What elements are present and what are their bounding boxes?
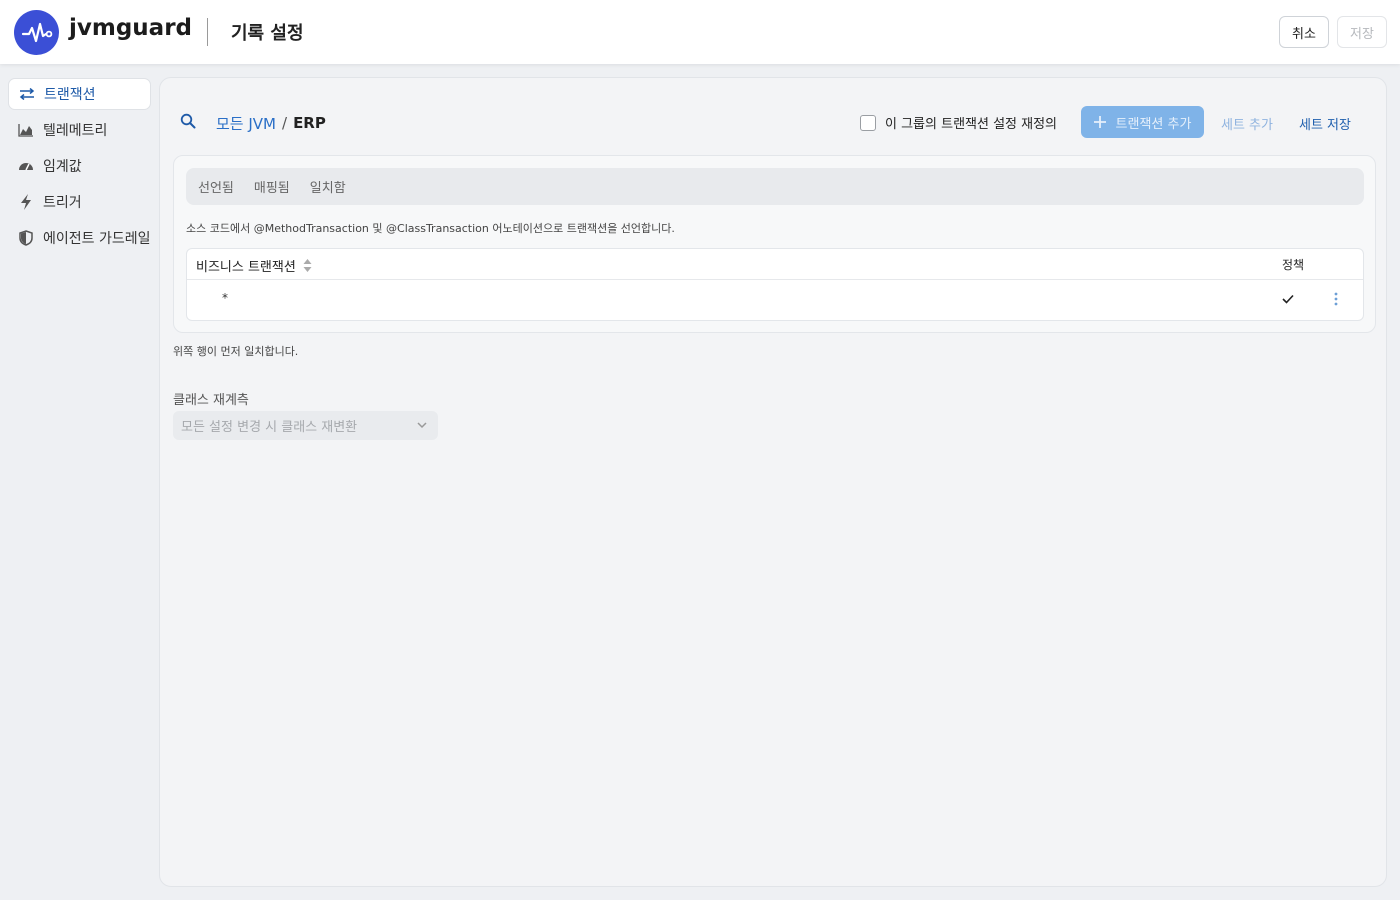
table-header: 비즈니스 트랜잭션 정책: [187, 249, 1363, 280]
sidebar-item-triggers[interactable]: 트리거: [8, 186, 151, 218]
breadcrumb-current: ERP: [293, 114, 326, 132]
save-set-button[interactable]: 세트 저장: [1299, 114, 1351, 133]
sidebar-item-label: 에이전트 가드레일: [43, 231, 151, 247]
breadcrumb: 모든 JVM / ERP: [180, 112, 326, 134]
tab-mapped[interactable]: 매핑됨: [254, 177, 290, 196]
lightning-icon: [18, 194, 34, 210]
transactions-table: 비즈니스 트랜잭션 정책 *: [186, 248, 1364, 321]
override-toggle[interactable]: 이 그룹의 트랜잭션 설정 재정의: [860, 113, 1057, 132]
tab-declared[interactable]: 선언됨: [198, 177, 234, 196]
add-set-button[interactable]: 세트 추가: [1221, 114, 1273, 133]
column-label: 비즈니스 트랜잭션: [196, 260, 296, 275]
sidebar-item-label: 트리거: [43, 195, 82, 211]
app-header: jvmguard 기록 설정 취소 저장: [0, 0, 1400, 64]
override-label: 이 그룹의 트랜잭션 설정 재정의: [885, 117, 1058, 132]
override-checkbox[interactable]: [860, 114, 876, 131]
sidebar-item-label: 텔레메트리: [43, 123, 108, 139]
gauge-icon: [18, 158, 34, 174]
reclass-selected-value: 모든 설정 변경 시 클래스 재변환: [181, 420, 358, 435]
plus-icon: [1093, 116, 1106, 128]
add-transaction-button[interactable]: 트랜잭션 추가: [1081, 106, 1204, 138]
add-transaction-label: 트랜잭션 추가: [1115, 116, 1192, 132]
sidebar-item-label: 트랜잭션: [44, 87, 96, 103]
transactions-icon: [19, 86, 35, 102]
sidebar-item-transactions[interactable]: 트랜잭션: [8, 78, 151, 110]
sidebar-item-thresholds[interactable]: 임계값: [8, 150, 151, 182]
chevron-down-icon: [416, 419, 428, 435]
main-panel: 모든 JVM / ERP 이 그룹의 트랜잭션 설정 재정의 트랜잭션 추가 세…: [159, 77, 1387, 887]
shield-icon: [18, 230, 34, 246]
breadcrumb-all-jvms[interactable]: 모든 JVM: [216, 113, 276, 134]
chart-icon: [18, 122, 34, 138]
column-business-transaction[interactable]: 비즈니스 트랜잭션: [196, 256, 312, 275]
sidebar-item-telemetry[interactable]: 텔레메트리: [8, 114, 151, 146]
tab-bar: 선언됨 매핑됨 일치함: [186, 168, 1364, 205]
transactions-card: 선언됨 매핑됨 일치함 소스 코드에서 @MethodTransaction 및…: [173, 155, 1376, 333]
tab-matched[interactable]: 일치함: [310, 177, 346, 196]
sidebar-item-label: 임계값: [43, 159, 82, 175]
table-row[interactable]: *: [187, 280, 1363, 320]
breadcrumb-separator: /: [282, 114, 288, 132]
sidebar-item-agent-guardrails[interactable]: 에이전트 가드레일: [8, 222, 151, 254]
match-order-note: 위쪽 행이 먼저 일치합니다.: [173, 345, 299, 358]
row-menu-icon[interactable]: [1334, 292, 1338, 310]
save-button[interactable]: 저장: [1337, 16, 1387, 48]
app-logo-icon: [14, 10, 59, 55]
transaction-name: *: [222, 291, 228, 305]
page-title: 기록 설정: [231, 23, 304, 44]
tab-description: 소스 코드에서 @MethodTransaction 및 @ClassTrans…: [186, 222, 675, 235]
header-divider: [207, 18, 208, 46]
app-name: jvmguard: [69, 15, 193, 41]
column-policy: 정책: [1282, 258, 1305, 272]
search-icon[interactable]: [180, 113, 196, 133]
cancel-button[interactable]: 취소: [1279, 16, 1329, 48]
sort-icon[interactable]: [303, 259, 312, 272]
reclass-select[interactable]: 모든 설정 변경 시 클래스 재변환: [173, 411, 438, 440]
check-icon: [1282, 292, 1294, 308]
sidebar: 트랜잭션 텔레메트리 임계값 트리거 에이전트 가드레일: [8, 78, 151, 258]
reclass-label: 클래스 재계측: [173, 393, 249, 408]
